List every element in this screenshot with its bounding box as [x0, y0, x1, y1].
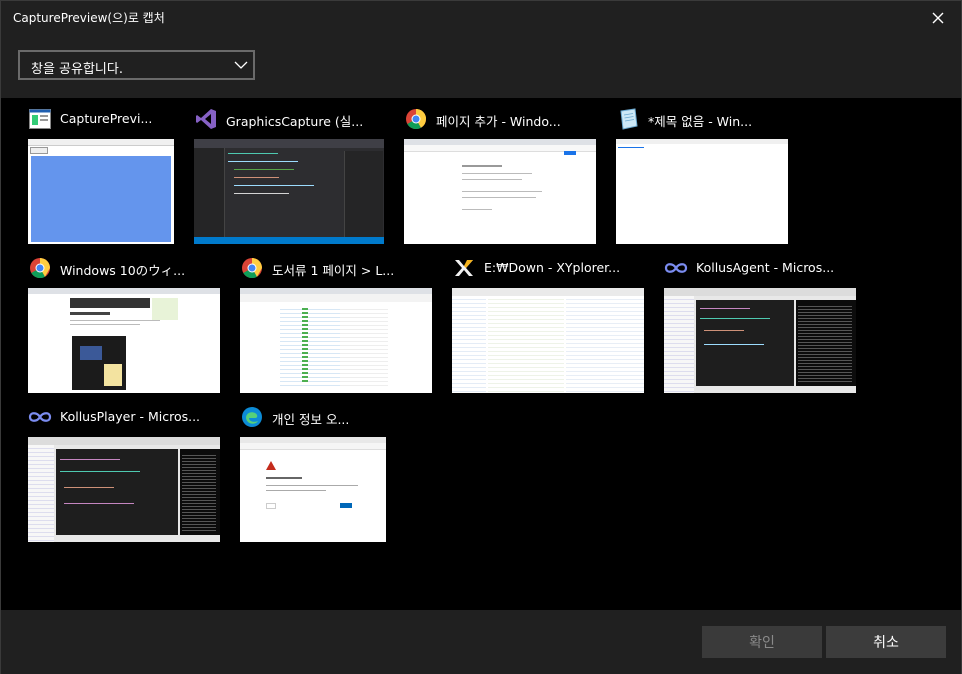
window-thumbnail	[616, 139, 788, 244]
cancel-button[interactable]: 취소	[826, 626, 946, 658]
window-item-title: GraphicsCapture (실...	[226, 114, 364, 129]
window-item-title: Windows 10のウィ...	[60, 263, 186, 278]
visual-studio-icon	[194, 107, 218, 131]
window-thumbnail	[28, 139, 174, 244]
share-mode-dropdown[interactable]: 창을 공유합니다.	[18, 50, 255, 80]
window-thumbnail	[240, 288, 432, 393]
window-item-title: KollusPlayer - Micros...	[60, 409, 201, 424]
close-button[interactable]	[923, 5, 953, 31]
chrome-icon	[404, 107, 428, 131]
window-item-title: 도서류 1 페이지 > L...	[272, 263, 395, 278]
window-thumbnail	[404, 139, 596, 244]
share-mode-bar: 창을 공유합니다.	[1, 35, 961, 98]
xyplorer-icon	[452, 256, 476, 280]
window-item-notepad[interactable]: *제목 없음 - Win...	[616, 107, 788, 244]
window-item-kollusplayer[interactable]: KollusPlayer - Micros...	[28, 405, 220, 542]
window-item-graphicscapture[interactable]: GraphicsCapture (실...	[194, 107, 384, 244]
window-item-edge-privacy[interactable]: 개인 정보 오...	[240, 405, 386, 542]
window-item-title: E:₩Down - XYplorer...	[484, 260, 621, 275]
window-thumbnail	[28, 288, 220, 393]
window-thumbnail	[240, 437, 386, 542]
window-item-chrome-page-add[interactable]: 페이지 추가 - Windo...	[404, 107, 596, 244]
share-mode-value: 창을 공유합니다.	[31, 62, 123, 77]
chrome-icon	[240, 256, 264, 280]
window-item-title: CapturePrevi...	[60, 111, 153, 126]
edge-icon	[240, 405, 264, 429]
window-item-capturepreview[interactable]: CapturePrevi...	[28, 107, 174, 244]
chrome-icon	[28, 256, 52, 280]
window-item-title: 페이지 추가 - Windo...	[436, 114, 561, 129]
chevron-down-icon	[234, 61, 248, 69]
window-thumbnail	[664, 288, 856, 393]
visual-studio-code-icon	[28, 405, 52, 429]
visual-studio-code-icon	[664, 256, 688, 280]
window-item-kollusagent[interactable]: KollusAgent - Micros...	[664, 256, 856, 393]
app-window-icon	[28, 107, 52, 131]
capture-picker-dialog: CapturePreview(으)로 캡처 창을 공유합니다. CaptureP…	[0, 0, 962, 674]
close-icon	[932, 12, 944, 24]
window-thumbnail	[194, 139, 384, 244]
window-thumbnail	[452, 288, 644, 393]
window-thumbnail	[28, 437, 220, 542]
title-bar: CapturePreview(으)로 캡처	[1, 1, 961, 35]
dialog-title: CapturePreview(으)로 캡처	[13, 11, 165, 25]
window-item-title: 개인 정보 오...	[272, 412, 350, 427]
window-grid: CapturePrevi... GraphicsCapture (실... 페이…	[1, 98, 961, 610]
window-item-xyplorer[interactable]: E:₩Down - XYplorer...	[452, 256, 644, 393]
notepad-icon	[616, 107, 640, 131]
window-item-chrome-doseo[interactable]: 도서류 1 페이지 > L...	[240, 256, 432, 393]
window-item-title: KollusAgent - Micros...	[696, 260, 835, 275]
dialog-footer: 확인 취소	[1, 610, 961, 674]
ok-button[interactable]: 확인	[702, 626, 822, 658]
window-item-title: *제목 없음 - Win...	[648, 114, 753, 129]
window-item-chrome-windows10[interactable]: Windows 10のウィ...	[28, 256, 220, 393]
